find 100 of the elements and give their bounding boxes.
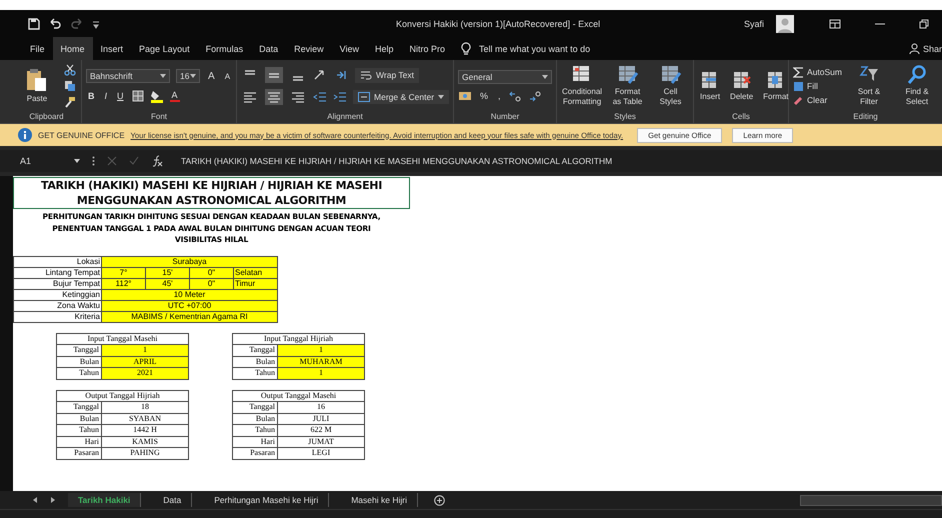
sheet-tab[interactable]: Tarikh Hakiki <box>68 493 142 507</box>
font-size-dropdown[interactable]: 16 <box>176 69 200 83</box>
ribbon-tab[interactable]: Data <box>251 37 286 60</box>
scroll-right-icon[interactable] <box>50 497 56 503</box>
table-cell: Bulan <box>232 356 278 368</box>
ribbon-tab[interactable]: Insert <box>92 37 132 60</box>
font-style-button[interactable]: U <box>115 91 126 101</box>
ribbon-tab[interactable]: Formulas <box>198 37 252 60</box>
ribbon-tab[interactable]: Home <box>52 37 93 60</box>
increase-decimal-icon[interactable] <box>508 90 523 102</box>
table-cell: 10 Meter <box>102 289 278 300</box>
tell-me-field[interactable]: Tell me what you want to do <box>477 42 682 54</box>
table-cell: Tahun <box>56 368 102 379</box>
editing-button[interactable]: Clear <box>793 94 842 106</box>
styles-button[interactable]: Conditional Formatting <box>561 65 604 107</box>
editing-button[interactable]: AutoSum <box>793 66 842 78</box>
search-icon <box>907 65 927 86</box>
save-icon[interactable] <box>28 18 40 30</box>
decrease-decimal-icon[interactable] <box>528 90 543 102</box>
merge-icon <box>358 92 370 102</box>
share-button[interactable]: Shar <box>908 43 942 54</box>
more-icon[interactable] <box>92 156 95 166</box>
ribbon-tab[interactable]: File <box>22 37 53 60</box>
table-cell: Tahun <box>232 368 278 379</box>
borders-icon[interactable] <box>132 90 144 102</box>
notice-title: GET GENUINE OFFICE <box>38 130 125 140</box>
increase-font-button[interactable]: A <box>206 70 217 82</box>
horizontal-scrollbar[interactable] <box>800 494 942 506</box>
function-icon[interactable] <box>151 155 163 167</box>
font-color-button[interactable]: A <box>170 90 180 102</box>
ribbon-tab[interactable]: View <box>332 37 367 60</box>
font-style-button[interactable]: I <box>102 91 110 101</box>
scissors-icon[interactable] <box>64 64 76 76</box>
group-label: Font <box>150 112 168 123</box>
table-cell: PAHING <box>102 448 188 459</box>
restore-icon[interactable] <box>919 18 929 28</box>
increase-indent-icon[interactable] <box>333 91 348 103</box>
table-styles-icon <box>616 65 639 86</box>
formula-field[interactable]: TARIKH (HAKIKI) MASEHI KE HIJRIAH / HIJRIAH KE MASEHI MENGGUNAKAN ASTRONOMICAL ALGORITHM <box>181 156 612 166</box>
table-cell[interactable]: 1 <box>102 344 188 356</box>
table-cell: Hari <box>56 436 102 448</box>
table-cell: Kriteria <box>14 311 102 322</box>
customize-icon[interactable] <box>92 18 100 28</box>
undo-icon[interactable] <box>48 18 62 30</box>
table-cell: JULI <box>278 413 364 424</box>
decrease-font-button[interactable]: A <box>222 72 232 80</box>
font-family-dropdown[interactable]: Bahnschrift <box>86 69 170 83</box>
table-cell[interactable]: 1 <box>278 368 364 379</box>
name-box[interactable]: A1 <box>20 156 80 166</box>
table-cell: 18 <box>102 402 188 413</box>
currency-icon[interactable] <box>458 90 472 102</box>
table-cell: Tanggal <box>56 344 102 356</box>
horizontal-align-icon[interactable] <box>265 89 284 105</box>
styles-button[interactable]: Format as Table <box>609 65 646 107</box>
font-style-button[interactable]: B <box>86 91 97 101</box>
ribbon-tab[interactable]: Review <box>286 37 332 60</box>
caret-icon <box>74 159 80 163</box>
fill-color-icon[interactable] <box>150 89 164 103</box>
cells-button[interactable]: Format <box>761 70 791 102</box>
copy-icon[interactable] <box>64 80 76 92</box>
ribbon-tab[interactable]: Page Layout <box>131 37 198 60</box>
editing-button[interactable]: Sort & Filter <box>848 65 890 107</box>
user-name: Syafi <box>744 18 764 28</box>
ribbon-tab[interactable]: Help <box>367 37 402 60</box>
table-cell[interactable]: 2021 <box>102 368 188 379</box>
title-line: MENGGUNAKAN ASTRONOMICAL ALGORITHM <box>76 193 348 208</box>
percent-button[interactable]: % <box>478 91 490 101</box>
sheet-tab[interactable]: Masehi ke Hijri <box>341 493 418 507</box>
editing-button[interactable]: Find & Select <box>896 65 938 107</box>
scroll-left-icon[interactable] <box>32 497 38 503</box>
sheet-tab[interactable]: Data <box>153 493 192 507</box>
minimize-icon[interactable] <box>875 22 885 24</box>
merge-center-button[interactable]: Merge & Center <box>353 90 450 104</box>
table-cell: Bulan <box>232 413 278 424</box>
add-sheet-icon[interactable] <box>434 494 445 506</box>
editing-button[interactable]: Fill <box>793 80 842 92</box>
vertical-align-icon[interactable] <box>265 67 284 83</box>
avatar-icon[interactable] <box>776 14 794 32</box>
table-cell[interactable]: APRIL <box>102 356 188 368</box>
styles-button[interactable]: Cell Styles <box>652 65 690 107</box>
table-cell[interactable]: 1 <box>278 344 364 356</box>
cells-button[interactable]: Delete <box>728 70 756 102</box>
paste-button[interactable]: Paste <box>16 68 58 104</box>
table-cell: Lintang Tempat <box>14 267 102 278</box>
ribbon-display-icon[interactable] <box>829 18 841 28</box>
person-icon <box>908 43 920 54</box>
group-label: Editing <box>852 112 879 123</box>
format-painter-icon[interactable] <box>64 96 76 108</box>
decrease-indent-icon[interactable] <box>313 91 328 103</box>
wrap-text-button[interactable]: Wrap Text <box>355 68 419 82</box>
table-cell: 16 <box>278 402 364 413</box>
cells-button[interactable]: Insert <box>698 70 722 102</box>
ribbon-tab[interactable]: Nitro Pro <box>402 37 454 60</box>
table-cell[interactable]: MUHARAM <box>278 356 364 368</box>
sheet-tab[interactable]: Perhitungan Masehi ke Hijri <box>204 493 330 507</box>
table-cell: KAMIS <box>102 436 188 448</box>
comma-button[interactable]: , <box>496 91 503 101</box>
title-line: TARIKH (HAKIKI) MASEHI KE HIJRIAH / HIJRIAH KE MASEHI <box>40 178 384 193</box>
number-format-dropdown[interactable]: General <box>458 70 552 84</box>
table-cell: Bujur Tempat <box>14 278 102 289</box>
